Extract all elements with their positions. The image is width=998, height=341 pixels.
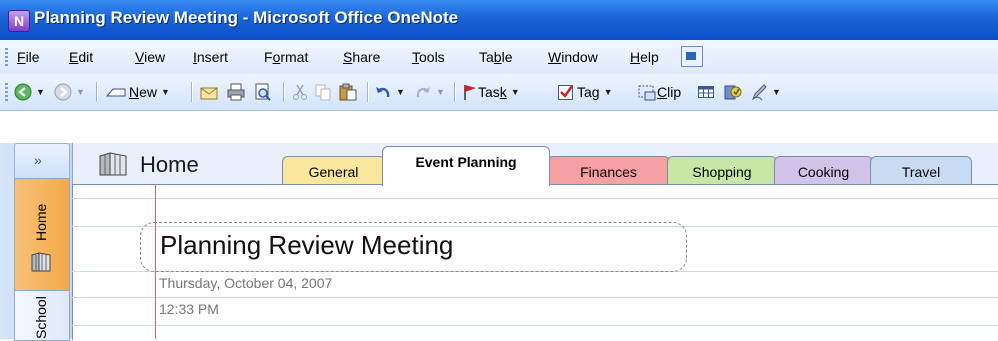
back-dropdown-icon[interactable]: ▼ bbox=[36, 87, 45, 97]
tab-general[interactable]: General bbox=[282, 156, 385, 185]
menu-tools[interactable]: Tools bbox=[412, 49, 445, 65]
menu-edit[interactable]: Edit bbox=[69, 49, 93, 65]
toolbar-separator bbox=[191, 82, 192, 102]
tab-finances-label: Finances bbox=[580, 164, 637, 180]
research-icon bbox=[723, 83, 743, 101]
notebook-icon bbox=[30, 251, 52, 273]
toolbar-grip-icon[interactable] bbox=[5, 83, 8, 101]
menu-table[interactable]: Table bbox=[479, 49, 513, 65]
forward-button[interactable]: ▼ bbox=[54, 81, 85, 103]
task-label: Task bbox=[478, 84, 507, 100]
forward-icon bbox=[54, 83, 72, 101]
tab-general-label: General bbox=[308, 164, 359, 180]
menu-help[interactable]: Help bbox=[630, 49, 659, 65]
undo-icon bbox=[374, 83, 392, 101]
page-date: Thursday, October 04, 2007 bbox=[159, 275, 333, 291]
redo-icon bbox=[414, 83, 432, 101]
tag-label: Tag bbox=[577, 84, 600, 100]
table-icon bbox=[697, 83, 715, 101]
standard-toolbar: ▼ ▼ New ▼ ▼ ▼ Task ▼ Tag ▼ Clip ▼ bbox=[0, 74, 998, 111]
new-dropdown-icon[interactable]: ▼ bbox=[161, 87, 170, 97]
window-title: Planning Review Meeting - Microsoft Offi… bbox=[34, 8, 459, 27]
notebook-home-label: Home bbox=[33, 203, 49, 241]
tab-shopping[interactable]: Shopping bbox=[667, 156, 777, 185]
paste-icon bbox=[338, 83, 358, 101]
page-title[interactable]: Planning Review Meeting bbox=[160, 230, 453, 261]
print-button[interactable] bbox=[226, 81, 246, 103]
tab-travel-label: Travel bbox=[901, 164, 941, 180]
redo-button[interactable]: ▼ bbox=[414, 81, 445, 103]
help-box-icon[interactable] bbox=[681, 46, 703, 67]
pen-icon bbox=[750, 83, 768, 101]
tab-finances[interactable]: Finances bbox=[547, 156, 670, 185]
toolbar-separator bbox=[96, 82, 97, 102]
tab-travel[interactable]: Travel bbox=[870, 156, 972, 185]
notebook-tab-home[interactable]: Home bbox=[14, 178, 70, 291]
print-preview-button[interactable] bbox=[253, 81, 273, 103]
menu-bar: File Edit View Insert Format Share Tools… bbox=[0, 40, 998, 75]
cut-icon bbox=[291, 83, 309, 101]
notebook-title: Home bbox=[140, 152, 199, 177]
insert-table-button[interactable] bbox=[697, 81, 715, 103]
rule-line bbox=[72, 297, 998, 298]
task-dropdown-icon[interactable]: ▼ bbox=[511, 87, 520, 97]
collapse-chevron-icon: » bbox=[34, 152, 42, 168]
pen-button[interactable]: ▼ bbox=[750, 81, 781, 103]
pen-dropdown-icon[interactable]: ▼ bbox=[772, 87, 781, 97]
print-icon bbox=[226, 83, 246, 101]
menu-window[interactable]: Window bbox=[548, 49, 598, 65]
expand-navigation-button[interactable]: » bbox=[14, 143, 70, 179]
new-label: New bbox=[129, 84, 158, 100]
screen-clip-icon bbox=[637, 83, 657, 101]
toolbar-separator bbox=[367, 82, 368, 102]
tab-shopping-label: Shopping bbox=[692, 164, 752, 180]
title-bar: N Planning Review Meeting - Microsoft Of… bbox=[0, 0, 998, 40]
menu-view[interactable]: View bbox=[135, 49, 165, 65]
tag-dropdown-icon[interactable]: ▼ bbox=[604, 87, 613, 97]
menu-format[interactable]: Format bbox=[264, 49, 308, 65]
notebook-tab-school[interactable]: School bbox=[14, 290, 70, 341]
tab-cooking-label: Cooking bbox=[797, 164, 850, 180]
new-page-icon bbox=[105, 83, 127, 101]
paste-button[interactable] bbox=[338, 81, 358, 103]
back-icon bbox=[14, 83, 32, 101]
copy-icon bbox=[314, 83, 332, 101]
rule-line bbox=[72, 198, 998, 199]
tag-checkbox-icon bbox=[557, 83, 575, 101]
undo-dropdown-icon[interactable]: ▼ bbox=[396, 87, 405, 97]
print-preview-icon bbox=[253, 83, 273, 101]
clip-label: Clip bbox=[657, 84, 682, 100]
tab-cooking[interactable]: Cooking bbox=[774, 156, 873, 185]
onenote-app-icon[interactable]: N bbox=[8, 10, 30, 32]
toolbar-separator bbox=[283, 82, 284, 102]
menu-share[interactable]: Share bbox=[343, 49, 380, 65]
tab-event-planning-label: Event Planning bbox=[415, 154, 517, 170]
email-icon bbox=[199, 83, 219, 101]
task-button[interactable]: Task ▼ bbox=[462, 81, 520, 103]
tag-button[interactable]: Tag ▼ bbox=[557, 81, 613, 103]
new-button[interactable]: New ▼ bbox=[105, 81, 170, 103]
forward-dropdown-icon[interactable]: ▼ bbox=[76, 87, 85, 97]
menu-insert[interactable]: Insert bbox=[193, 49, 228, 65]
section-notebook-icon bbox=[98, 151, 128, 180]
rule-line bbox=[72, 325, 998, 326]
back-button[interactable]: ▼ bbox=[14, 81, 45, 103]
toolbar-separator bbox=[454, 82, 455, 102]
task-flag-icon bbox=[462, 83, 478, 101]
menu-grip-icon[interactable] bbox=[5, 48, 8, 66]
research-button[interactable] bbox=[723, 81, 743, 103]
cut-button[interactable] bbox=[291, 81, 309, 103]
redo-dropdown-icon[interactable]: ▼ bbox=[436, 87, 445, 97]
undo-button[interactable]: ▼ bbox=[374, 81, 405, 103]
menu-file[interactable]: File bbox=[17, 49, 40, 65]
tab-event-planning[interactable]: Event Planning bbox=[382, 146, 550, 186]
notebook-school-label: School bbox=[33, 296, 49, 339]
screen-clip-button[interactable]: Clip bbox=[637, 81, 681, 103]
page-time: 12:33 PM bbox=[159, 301, 219, 317]
email-page-button[interactable] bbox=[199, 81, 219, 103]
copy-button[interactable] bbox=[314, 81, 332, 103]
